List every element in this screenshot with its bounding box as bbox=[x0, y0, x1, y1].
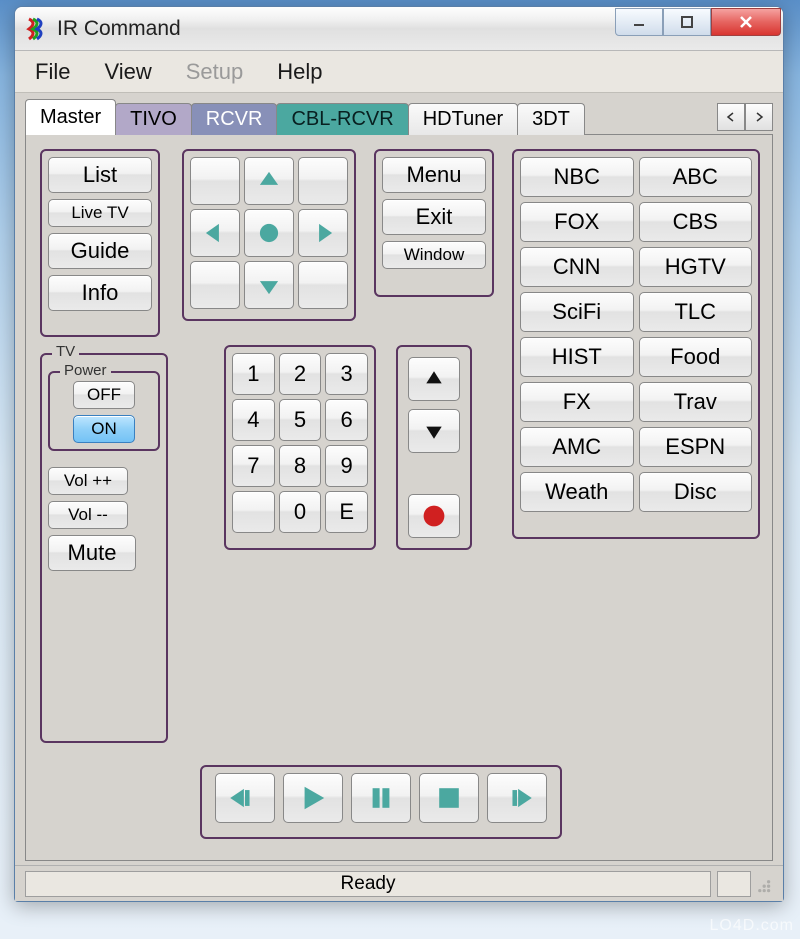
power-on-button[interactable]: ON bbox=[73, 415, 135, 443]
tab-scroll-left[interactable] bbox=[717, 103, 745, 131]
resize-grip-icon[interactable] bbox=[751, 873, 773, 895]
channel-cnn[interactable]: CNN bbox=[520, 247, 634, 287]
key-e[interactable]: E bbox=[325, 491, 368, 533]
channel-amc[interactable]: AMC bbox=[520, 427, 634, 467]
menu-button[interactable]: Menu bbox=[382, 157, 486, 193]
vol-up-button[interactable]: Vol ++ bbox=[48, 467, 128, 495]
nav-group: List Live TV Guide Info bbox=[40, 149, 160, 337]
key-0[interactable]: 0 bbox=[279, 491, 322, 533]
minimize-button[interactable] bbox=[615, 8, 663, 36]
key-6[interactable]: 6 bbox=[325, 399, 368, 441]
dpad-blank-bl[interactable] bbox=[190, 261, 240, 309]
menu-view[interactable]: View bbox=[90, 55, 165, 89]
rewind-button[interactable] bbox=[215, 773, 275, 823]
menubar: File View Setup Help bbox=[15, 51, 783, 93]
window-button[interactable]: Window bbox=[382, 241, 486, 269]
watermark-text: LO4D.com bbox=[710, 917, 794, 935]
key-7[interactable]: 7 bbox=[232, 445, 275, 487]
power-off-button[interactable]: OFF bbox=[73, 381, 135, 409]
key-3[interactable]: 3 bbox=[325, 353, 368, 395]
key-9[interactable]: 9 bbox=[325, 445, 368, 487]
power-group: Power OFF ON bbox=[48, 371, 160, 451]
channel-cbs[interactable]: CBS bbox=[639, 202, 753, 242]
key-4[interactable]: 4 bbox=[232, 399, 275, 441]
menu-help[interactable]: Help bbox=[263, 55, 336, 89]
vol-down-button[interactable]: Vol -- bbox=[48, 501, 128, 529]
channel-espn[interactable]: ESPN bbox=[639, 427, 753, 467]
tab-bar: Master TIVO RCVR CBL-RCVR HDTuner 3DT bbox=[25, 99, 773, 135]
channel-fox[interactable]: FOX bbox=[520, 202, 634, 242]
tab-scroll-right[interactable] bbox=[745, 103, 773, 131]
key-1[interactable]: 1 bbox=[232, 353, 275, 395]
updown-group bbox=[396, 345, 472, 550]
tab-rcvr[interactable]: RCVR bbox=[191, 103, 278, 135]
dpad-down[interactable] bbox=[244, 261, 294, 309]
record-button[interactable] bbox=[408, 494, 460, 538]
mute-button[interactable]: Mute bbox=[48, 535, 136, 571]
dpad-group bbox=[182, 149, 356, 321]
dpad-blank-tr[interactable] bbox=[298, 157, 348, 205]
channel-tlc[interactable]: TLC bbox=[639, 292, 753, 332]
pause-button[interactable] bbox=[351, 773, 411, 823]
key-8[interactable]: 8 bbox=[279, 445, 322, 487]
list-button[interactable]: List bbox=[48, 157, 152, 193]
tab-cbl-rcvr[interactable]: CBL-RCVR bbox=[276, 103, 408, 135]
dpad-left[interactable] bbox=[190, 209, 240, 257]
tv-label: TV bbox=[52, 343, 79, 360]
app-icon bbox=[25, 17, 49, 41]
fast-forward-button[interactable] bbox=[487, 773, 547, 823]
dpad-blank-tl[interactable] bbox=[190, 157, 240, 205]
channel-abc[interactable]: ABC bbox=[639, 157, 753, 197]
info-button[interactable]: Info bbox=[48, 275, 152, 311]
arrow-down-button[interactable] bbox=[408, 409, 460, 453]
live-tv-button[interactable]: Live TV bbox=[48, 199, 152, 227]
channel-disc[interactable]: Disc bbox=[639, 472, 753, 512]
window-title: IR Command bbox=[57, 17, 615, 41]
dpad-ok[interactable] bbox=[244, 209, 294, 257]
key-2[interactable]: 2 bbox=[279, 353, 322, 395]
close-button[interactable] bbox=[711, 8, 781, 36]
channel-trav[interactable]: Trav bbox=[639, 382, 753, 422]
menu-file[interactable]: File bbox=[21, 55, 84, 89]
content-area: Master TIVO RCVR CBL-RCVR HDTuner 3DT Li… bbox=[15, 93, 783, 865]
channel-weath[interactable]: Weath bbox=[520, 472, 634, 512]
play-button[interactable] bbox=[283, 773, 343, 823]
status-bar: Ready bbox=[15, 865, 783, 901]
tv-group: TV Power OFF ON Vol ++ Vol -- Mute bbox=[40, 353, 168, 743]
key-5[interactable]: 5 bbox=[279, 399, 322, 441]
channel-fx[interactable]: FX bbox=[520, 382, 634, 422]
channel-hgtv[interactable]: HGTV bbox=[639, 247, 753, 287]
maximize-button[interactable] bbox=[663, 8, 711, 36]
app-window: IR Command File View Setup Help Master T… bbox=[14, 6, 784, 902]
stop-button[interactable] bbox=[419, 773, 479, 823]
dpad-up[interactable] bbox=[244, 157, 294, 205]
channels-group: NBC ABC FOX CBS CNN HGTV SciFi TLC HIST … bbox=[512, 149, 760, 539]
tab-3d[interactable]: 3DT bbox=[517, 103, 585, 135]
dpad-right[interactable] bbox=[298, 209, 348, 257]
channel-food[interactable]: Food bbox=[639, 337, 753, 377]
channel-scifi[interactable]: SciFi bbox=[520, 292, 634, 332]
channel-nbc[interactable]: NBC bbox=[520, 157, 634, 197]
menu-group: Menu Exit Window bbox=[374, 149, 494, 297]
guide-button[interactable]: Guide bbox=[48, 233, 152, 269]
status-text: Ready bbox=[25, 871, 711, 897]
power-label: Power bbox=[60, 362, 111, 379]
transport-group bbox=[200, 765, 562, 839]
tab-master[interactable]: Master bbox=[25, 99, 116, 135]
arrow-up-button[interactable] bbox=[408, 357, 460, 401]
status-cell-empty bbox=[717, 871, 751, 897]
dpad-blank-br[interactable] bbox=[298, 261, 348, 309]
tab-hdtuner[interactable]: HDTuner bbox=[408, 103, 518, 135]
tab-tivo[interactable]: TIVO bbox=[115, 103, 192, 135]
keypad-group: 1 2 3 4 5 6 7 8 9 0 E bbox=[224, 345, 376, 550]
channel-hist[interactable]: HIST bbox=[520, 337, 634, 377]
exit-button[interactable]: Exit bbox=[382, 199, 486, 235]
tab-panel-master: List Live TV Guide Info bbox=[25, 135, 773, 861]
key-blank[interactable] bbox=[232, 491, 275, 533]
menu-setup[interactable]: Setup bbox=[172, 55, 258, 89]
titlebar: IR Command bbox=[15, 7, 783, 51]
